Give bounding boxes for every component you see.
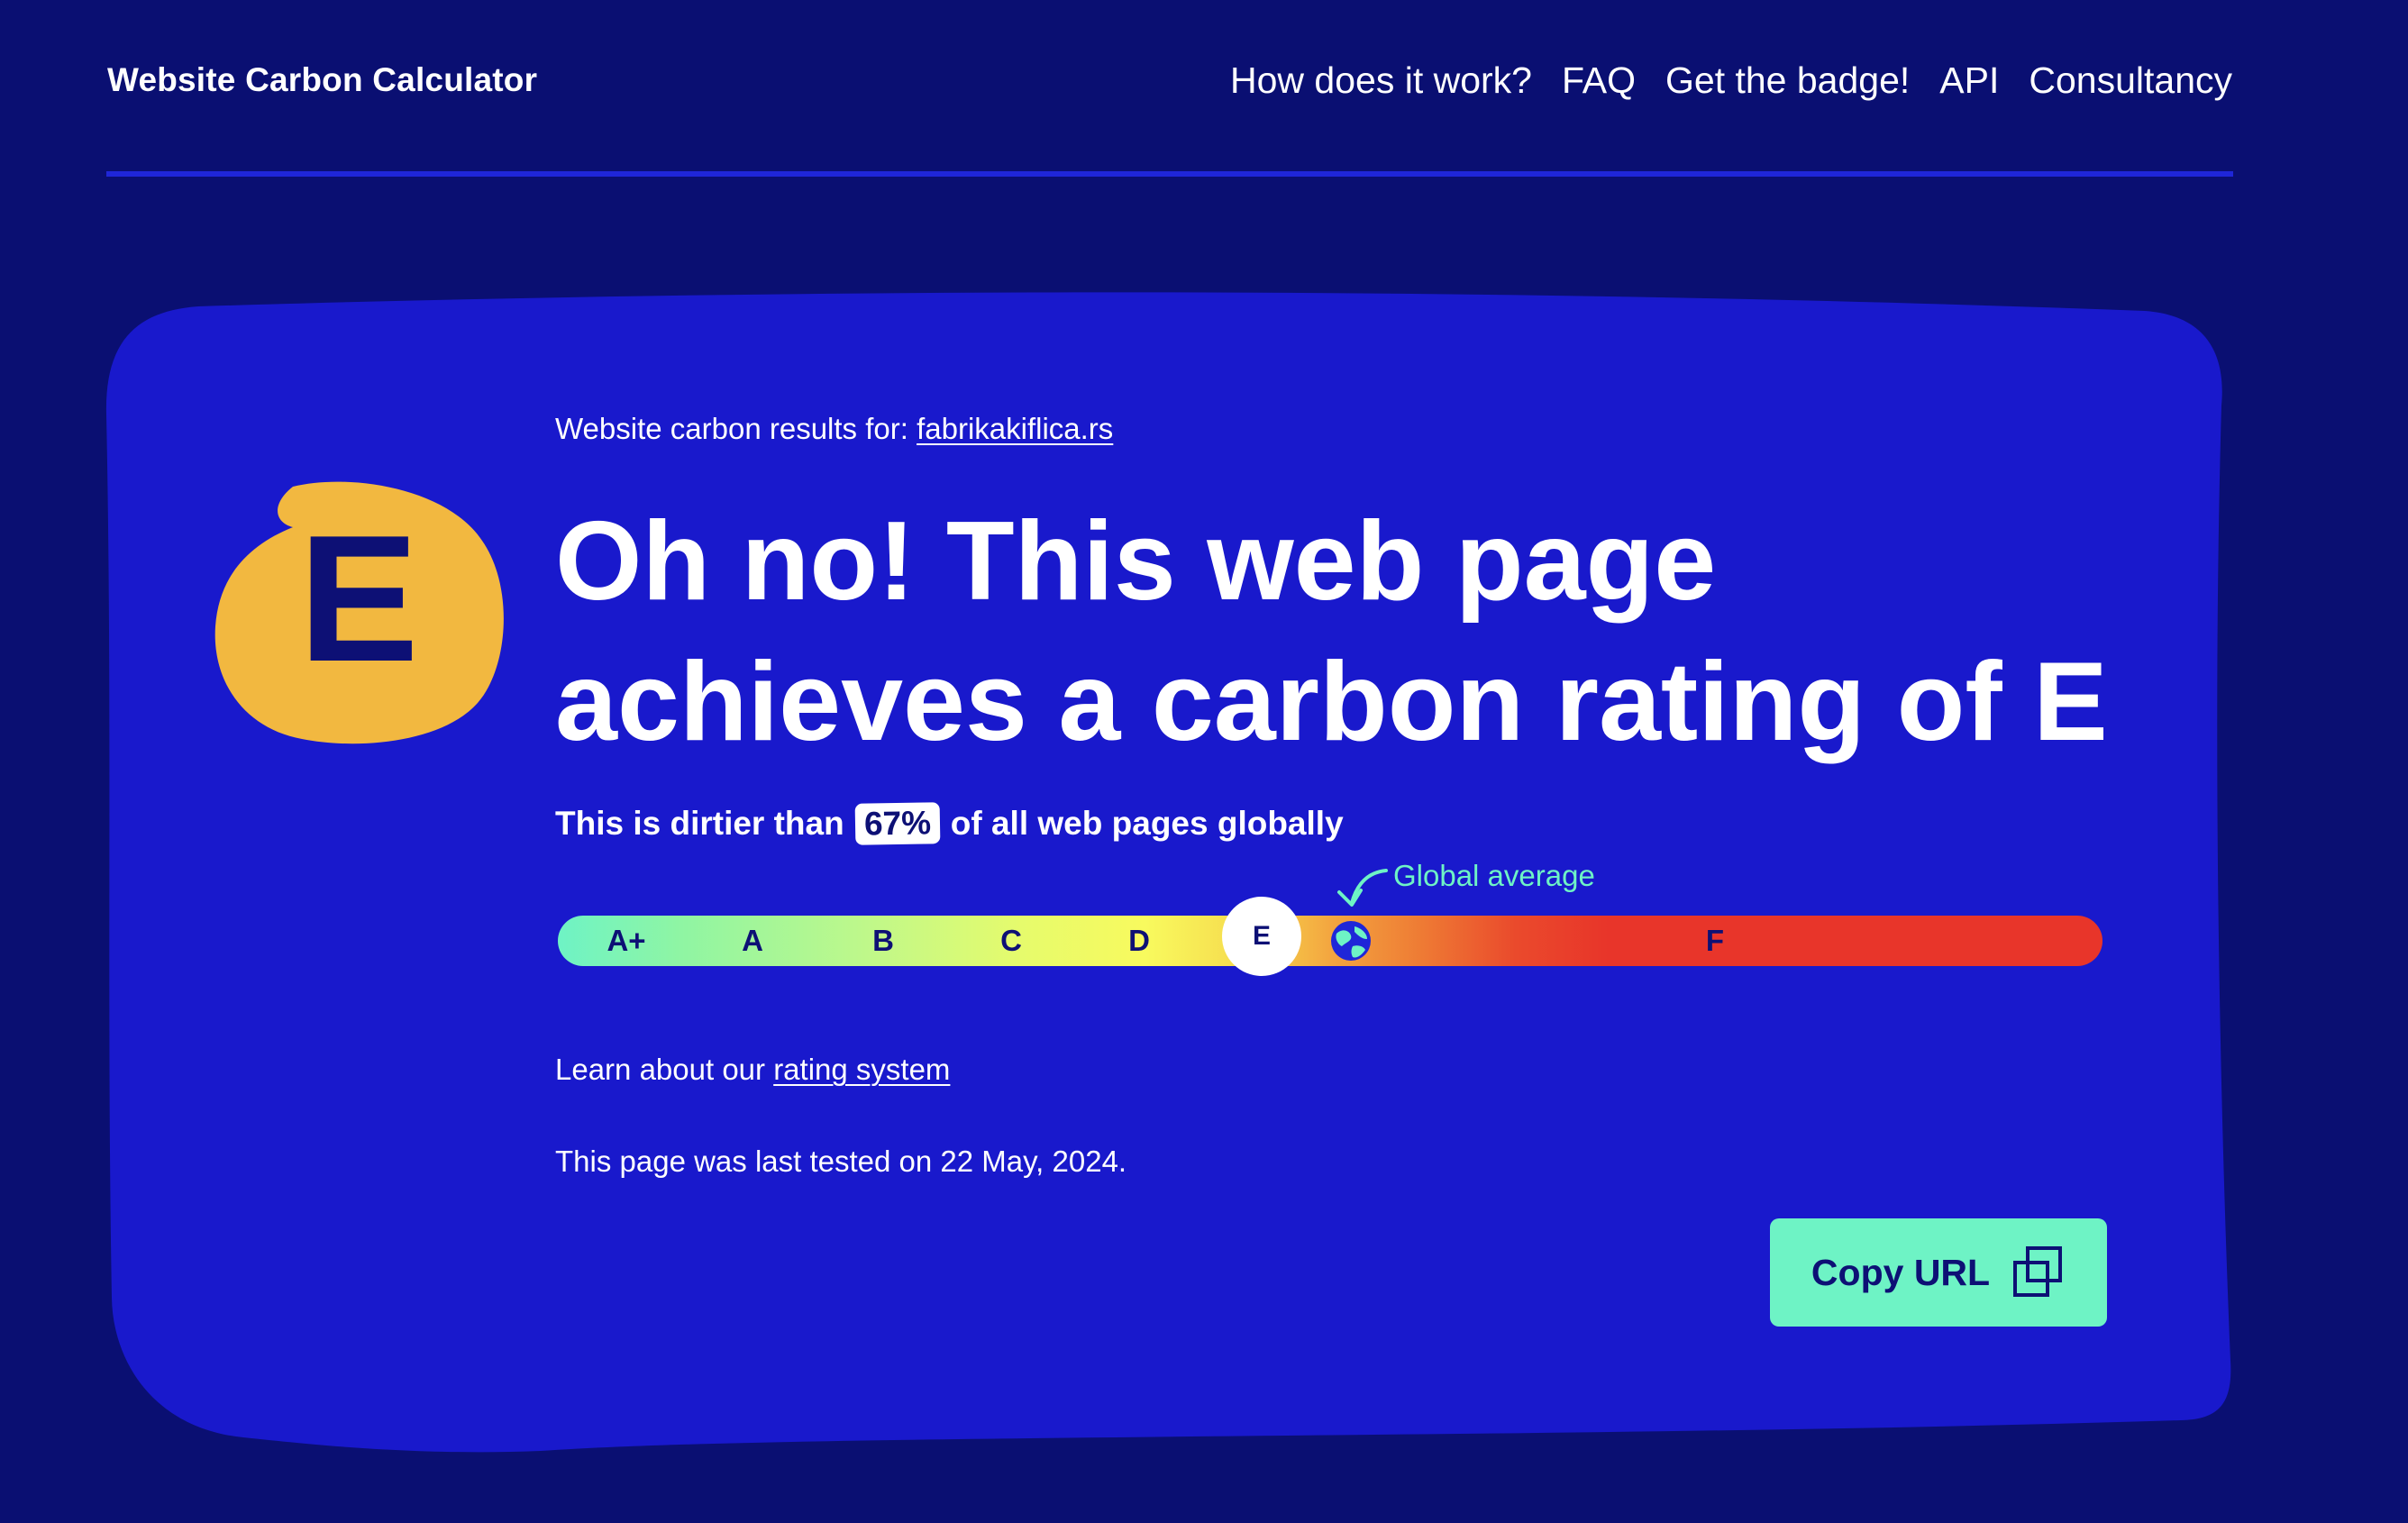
grade-letter: E [298,498,419,699]
rating-system-link[interactable]: rating system [773,1053,950,1086]
scale-label-d: D [1128,924,1150,957]
results-for-line: Website carbon results for: fabrikakifli… [555,412,1113,446]
scale-label-b: B [872,924,894,957]
results-for-label: Website carbon results for: [555,412,908,445]
learn-prefix: Learn about our [555,1053,766,1086]
scale-label-c: C [1000,924,1022,957]
scale-label-f: F [1705,924,1725,957]
comparison-suffix: of all web pages globally [950,805,1344,842]
percentile-badge: 67% [854,802,941,845]
globe-icon [1331,921,1371,961]
learn-line: Learn about our rating system [555,1053,950,1087]
curved-arrow-icon [1337,869,1388,907]
comparison-prefix: This is dirtier than [555,805,844,842]
site-link[interactable]: fabrikakiflica.rs [917,412,1113,445]
scale-label-a: A [742,924,763,957]
comparison-line: This is dirtier than 67% of all web page… [555,802,1344,845]
current-grade-marker: E [1222,897,1301,976]
copy-icon [2013,1246,2063,1297]
scale-label-a-plus: A+ [607,924,646,957]
page-title: Oh no! This web page achieves a carbon r… [555,499,2108,764]
copy-url-button[interactable]: Copy URL [1770,1218,2107,1327]
page: Website Carbon Calculator How does it wo… [0,0,2408,1523]
last-tested-text: This page was last tested on 22 May, 202… [555,1145,1127,1178]
global-average-label: Global average [1393,859,1595,892]
copy-url-label: Copy URL [1811,1251,1991,1293]
